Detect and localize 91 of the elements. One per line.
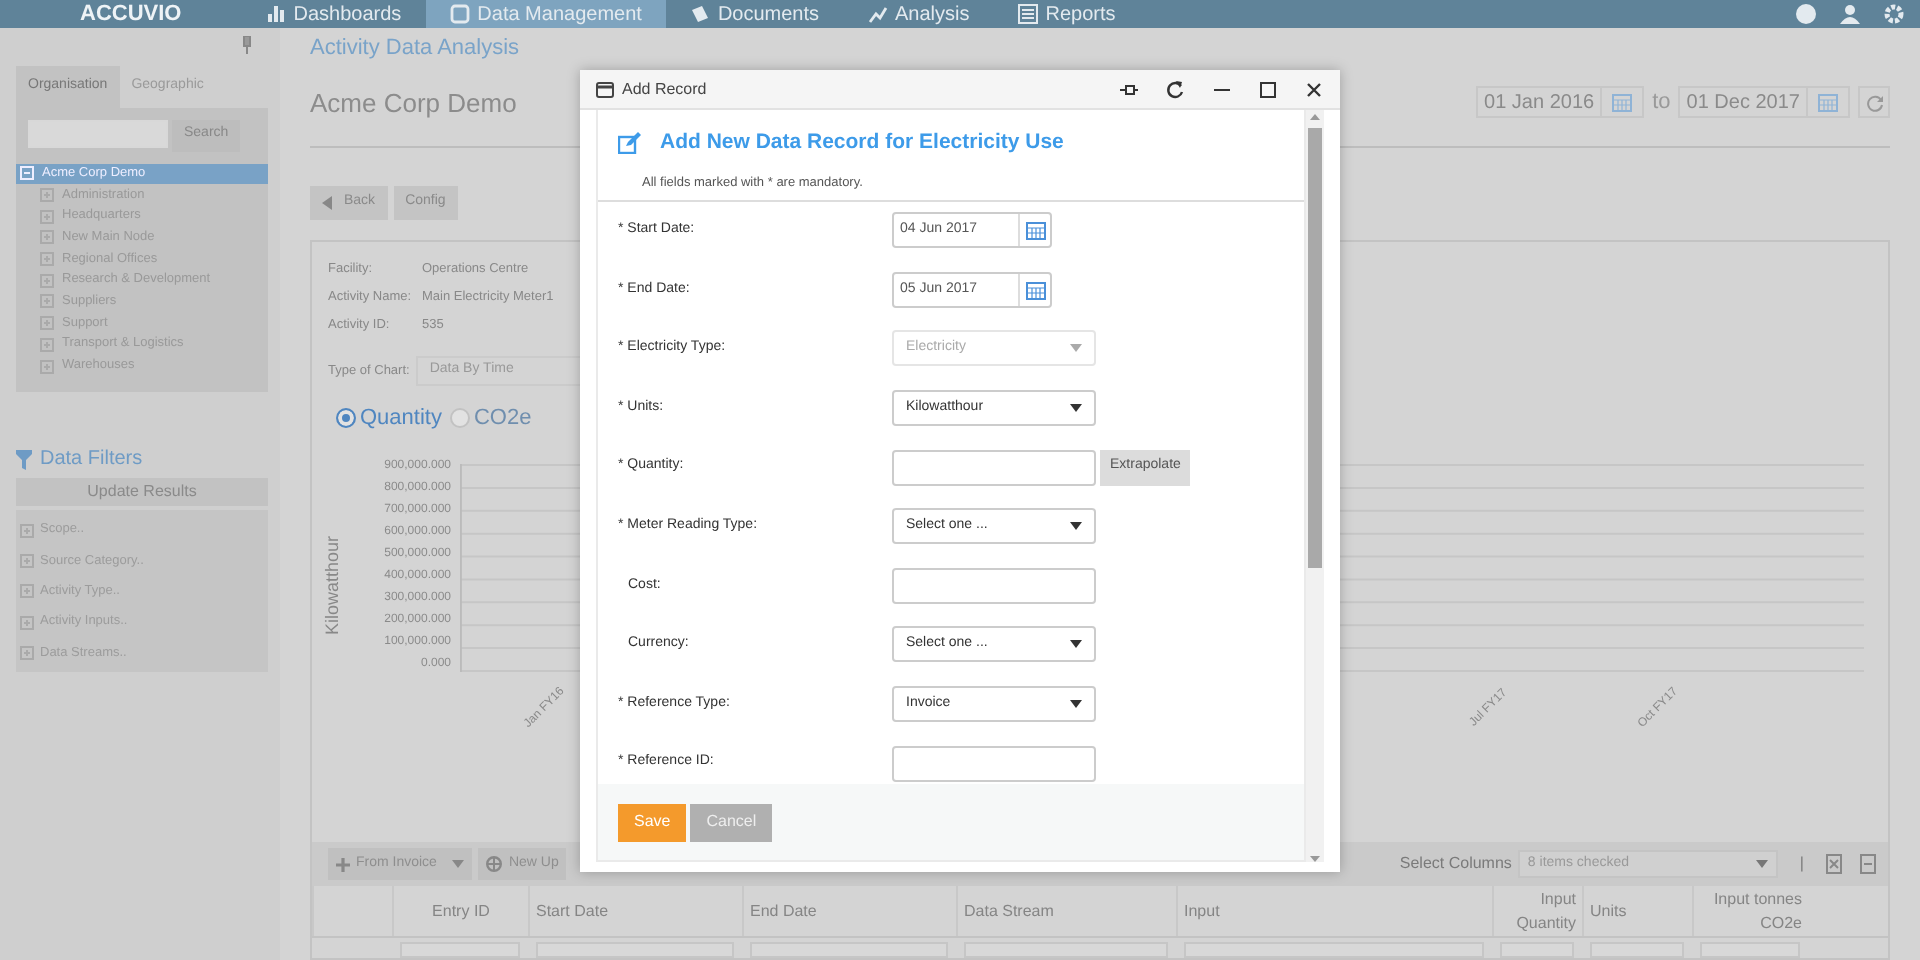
caret-icon <box>1070 404 1082 413</box>
calendar-button[interactable] <box>1018 214 1050 247</box>
expand-icon[interactable] <box>40 209 54 224</box>
radio-button[interactable]: CO2e <box>449 402 532 435</box>
pin-icon[interactable] <box>242 36 252 54</box>
column-header: End Date <box>742 886 956 936</box>
scroll-up-icon <box>1310 114 1320 120</box>
calendar-icon[interactable] <box>1612 92 1633 113</box>
save-button[interactable]: Save <box>618 803 687 841</box>
text-field[interactable] <box>892 567 1096 604</box>
trend-chart-icon <box>867 4 888 24</box>
update-results-button[interactable]: Update Results <box>16 478 268 507</box>
refresh-icon <box>1166 79 1186 99</box>
refresh-button[interactable] <box>1166 79 1186 99</box>
nav-tab[interactable]: Documents <box>665 0 844 28</box>
pin-button[interactable] <box>1120 79 1140 99</box>
date-field[interactable]: 01 Dec 2017 <box>1678 86 1850 119</box>
expand-icon <box>20 523 34 538</box>
logo-text: ACCUVIO <box>80 0 182 30</box>
nav-tab[interactable]: Reports <box>993 0 1140 28</box>
refresh-icon <box>1865 93 1883 112</box>
text-field[interactable] <box>892 745 1096 782</box>
column-header: Data Stream <box>956 886 1176 936</box>
expand-icon <box>20 615 34 630</box>
column-header: Units <box>1582 886 1692 936</box>
list-icon <box>1017 4 1038 24</box>
expand-icon <box>20 646 34 661</box>
bar-chart-icon <box>265 4 286 24</box>
maximize-icon <box>1258 79 1278 99</box>
maximize-button[interactable] <box>1258 79 1278 99</box>
close-icon <box>1304 79 1324 99</box>
calendar-button[interactable] <box>1018 273 1050 306</box>
axis-title: Kilowatthour <box>320 535 344 635</box>
field-label: Select Columns <box>1399 852 1512 876</box>
column-header: Input Quantity <box>1492 886 1582 936</box>
window-icon <box>596 81 614 97</box>
settings-icon[interactable] <box>1884 4 1904 24</box>
edit-icon <box>618 132 642 155</box>
range-separator: to <box>1652 88 1671 118</box>
nav-tab[interactable]: Analysis <box>843 0 994 28</box>
expand-icon <box>20 553 34 568</box>
caret-icon <box>1070 522 1082 531</box>
column-header: Input <box>1176 886 1492 936</box>
column-header: Start Date <box>528 886 742 936</box>
column-header: Entry ID <box>392 886 528 936</box>
page-title: Acme Corp Demo <box>310 85 517 122</box>
expand-icon[interactable] <box>40 230 54 245</box>
expand-icon[interactable] <box>40 337 54 352</box>
nav-tab[interactable]: Dashboards <box>241 0 426 28</box>
filter-icon <box>16 449 32 470</box>
section-title: Data Filters <box>40 446 143 475</box>
calendar-icon <box>1025 279 1045 300</box>
caret-icon <box>452 860 465 868</box>
expand-icon[interactable] <box>40 294 54 309</box>
collapse-icon[interactable] <box>20 166 34 181</box>
caret-icon <box>1070 344 1082 353</box>
export-icon[interactable] <box>1860 854 1876 874</box>
scrollbar-thumb[interactable] <box>1308 128 1322 568</box>
dropdown-toggle-button[interactable] <box>444 848 473 880</box>
plus-icon <box>336 857 350 871</box>
globe-icon <box>486 856 503 872</box>
expand-icon[interactable] <box>40 273 54 288</box>
expand-icon[interactable] <box>40 188 54 203</box>
expand-icon[interactable] <box>40 359 54 374</box>
user-icon[interactable] <box>1840 4 1860 24</box>
toolbar-separator: | <box>1797 852 1806 876</box>
calendar-icon <box>1025 220 1045 241</box>
expand-icon <box>20 584 34 599</box>
pin-icon <box>1120 79 1140 99</box>
caret-icon <box>1755 860 1768 868</box>
documents-icon <box>689 4 710 24</box>
scroll-down-icon <box>1310 856 1320 862</box>
dialog-heading: Add New Data Record for Electricity Use <box>660 128 1064 158</box>
scrollbar[interactable] <box>1306 110 1324 862</box>
dialog-title: Add Record <box>622 77 707 101</box>
caret-icon <box>1070 700 1082 709</box>
breadcrumb-title: Activity Data Analysis <box>310 34 522 64</box>
expand-icon[interactable] <box>40 252 54 267</box>
square-icon <box>449 4 470 24</box>
cancel-button[interactable]: Cancel <box>690 803 773 841</box>
nav-tab[interactable]: Data Management <box>425 0 666 28</box>
caret-icon <box>1070 640 1082 649</box>
calendar-icon[interactable] <box>1818 92 1838 113</box>
excel-export-icon[interactable] <box>1826 854 1842 874</box>
column-header: Input tonnes CO2e <box>1692 886 1808 936</box>
back-arrow-icon <box>322 196 332 210</box>
expand-icon[interactable] <box>40 316 54 331</box>
text-field[interactable] <box>892 449 1096 486</box>
close-button[interactable] <box>1304 79 1324 99</box>
radio-button[interactable]: Quantity <box>336 402 442 435</box>
date-field[interactable]: 01 Jan 2016 <box>1476 86 1645 119</box>
